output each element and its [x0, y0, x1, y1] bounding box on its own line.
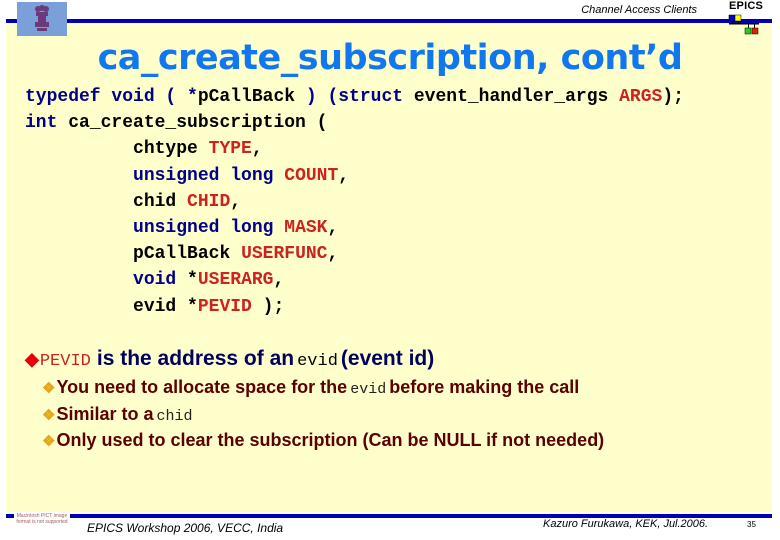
code-keyword: ) (struct [295, 87, 414, 107]
code-argument: USERARG [197, 270, 274, 291]
footer-author: Kazuro Furukawa, KEK, Jul.2006. [543, 518, 709, 530]
code-line: chtype TYPE, [25, 136, 684, 162]
code-line: evid *PEVID ); [25, 294, 684, 320]
unsupported-image-placeholder: Macintosh PICT image format is not suppo… [14, 513, 70, 525]
code-argument: USERFUNC [241, 244, 328, 265]
code-text: , [230, 191, 242, 212]
code-line: unsigned long MASK, [25, 215, 684, 241]
page-number: 35 [747, 520, 756, 529]
code-text: event_handler_args [413, 87, 620, 107]
code-text: * [187, 270, 198, 291]
code-keyword: void [133, 270, 188, 291]
code-text: pCallBack [197, 87, 296, 107]
sub-bullet: ❖ Similar to a chid [42, 404, 604, 431]
code-keyword: int [25, 113, 69, 134]
code-text: , [273, 270, 285, 291]
sub-bullet: ❖ You need to allocate space for the evi… [42, 377, 604, 404]
bullet-text: You need to allocate space for the [56, 377, 348, 397]
code-argument: MASK [284, 218, 328, 239]
code-term: PEVID [39, 352, 91, 371]
bullet-text: Similar to a [56, 403, 154, 424]
star-bullet-icon: ❖ [42, 380, 56, 397]
code-argument: ARGS [619, 87, 663, 107]
code-line: unsigned long COUNT, [25, 163, 684, 189]
bullet-text: Only used to clear the subscription (Can… [56, 430, 605, 450]
code-text: chid [133, 191, 188, 212]
sub-bullet: ❖ Only used to clear the subscription (C… [42, 430, 604, 457]
main-bullet: ◆ PEVID is the address of an evid (event… [25, 347, 604, 377]
code-block: typedef void ( *pCallBack ) (struct even… [25, 84, 684, 320]
header-rule [6, 19, 772, 23]
star-bullet-icon: ❖ [42, 433, 56, 450]
code-line: typedef void ( *pCallBack ) (struct even… [25, 84, 684, 110]
bullet-text: (event id) [340, 347, 435, 370]
code-term: evid [297, 352, 338, 371]
code-argument: TYPE [208, 139, 252, 160]
footer-event: EPICS Workshop 2006, VECC, India [87, 521, 284, 535]
code-term: chid [156, 407, 193, 425]
code-text: evid * [133, 296, 198, 317]
code-line: chid CHID, [25, 189, 684, 215]
code-keyword: unsigned long [133, 165, 285, 186]
code-text: , [327, 218, 339, 239]
code-argument: COUNT [284, 165, 339, 186]
code-argument: CHID [187, 191, 231, 212]
code-text: pCallBack [133, 244, 242, 265]
code-text: chtype [133, 139, 209, 160]
epics-network-logo-icon: EPICS [723, 0, 775, 40]
code-keyword: unsigned long [133, 218, 285, 239]
code-term: evid [350, 381, 387, 398]
code-keyword: typedef void ( * [25, 87, 198, 107]
bullet-text: before making the call [389, 377, 580, 397]
slide-title: ca_create_subscription, cont’d [97, 38, 683, 78]
code-text: , [338, 165, 350, 186]
code-line: pCallBack USERFUNC, [25, 241, 684, 267]
code-argument: PEVID [197, 296, 252, 317]
code-text: ); [662, 87, 684, 107]
bullet-list: ◆ PEVID is the address of an evid (event… [25, 347, 604, 457]
code-text: , [327, 244, 339, 265]
bullet-text: is the address of an [96, 347, 295, 370]
section-title: Channel Access Clients [581, 4, 697, 16]
code-text: ); [251, 296, 285, 317]
code-text: ca_create_subscription ( [68, 113, 328, 134]
code-line: void *USERARG, [25, 267, 684, 293]
diamond-bullet-icon: ◆ [25, 349, 39, 369]
star-bullet-icon: ❖ [42, 406, 56, 424]
code-text: , [251, 139, 263, 160]
code-line: int ca_create_subscription ( [25, 110, 684, 136]
